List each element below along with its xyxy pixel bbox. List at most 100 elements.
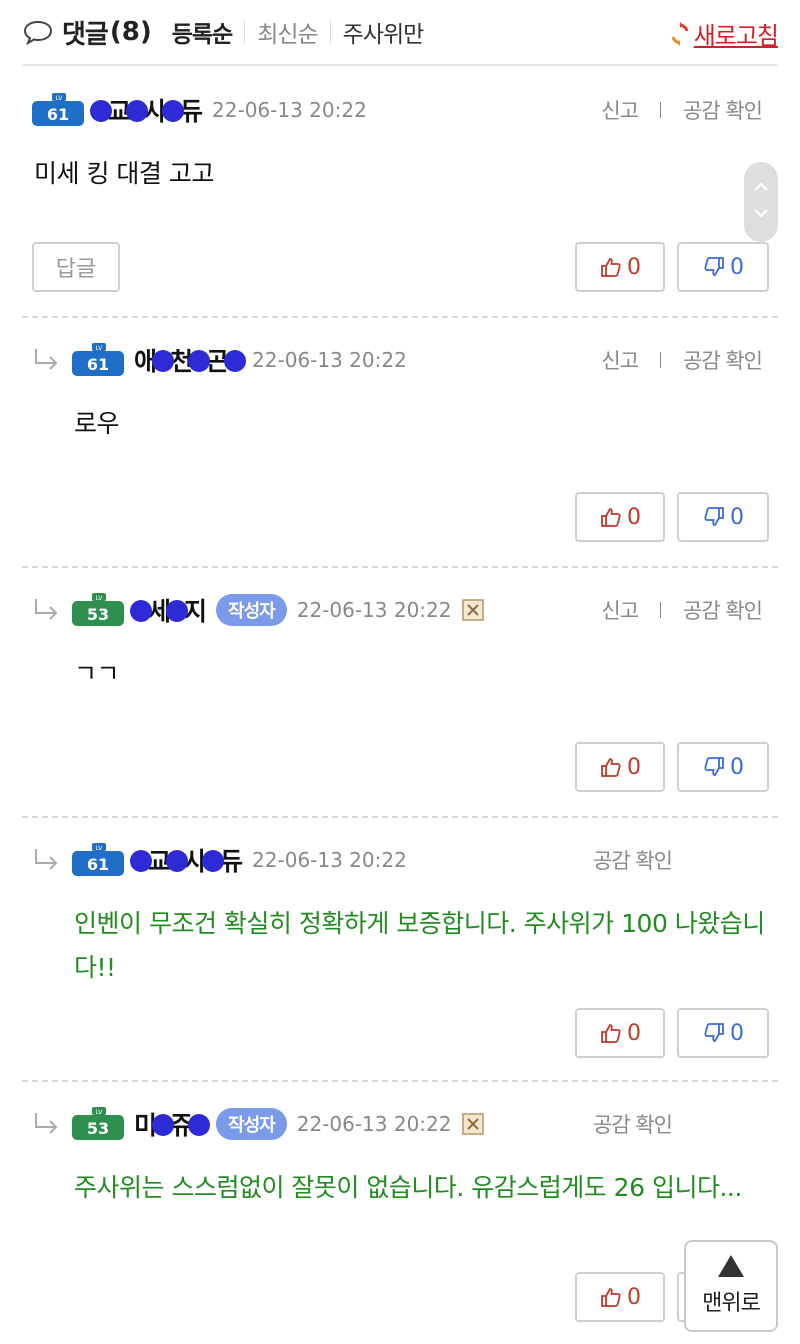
like-button[interactable]: 0 <box>575 242 665 292</box>
redaction-mark <box>202 850 225 872</box>
svg-text:LV: LV <box>96 1109 104 1116</box>
comment-author[interactable]: 교사듀 <box>130 842 243 878</box>
like-check-link[interactable]: 공감 확인 <box>593 1109 673 1139</box>
back-to-top-label[interactable]: 맨위로 <box>702 1285 761 1317</box>
comment-author[interactable]: 미쥬 <box>134 1106 211 1142</box>
comment-actions: 신고 공감 확인 <box>601 342 763 378</box>
redaction-mark <box>188 1114 211 1136</box>
up-arrow-icon <box>718 1255 744 1277</box>
report-link[interactable]: 신고 <box>601 345 639 375</box>
refresh-link[interactable]: 새로고침 <box>670 16 779 51</box>
svg-text:LV: LV <box>96 845 104 852</box>
comment-author[interactable]: 교사듀 <box>90 92 203 128</box>
svg-text:61: 61 <box>47 105 69 124</box>
like-check-link[interactable]: 공감 확인 <box>683 595 763 625</box>
level-53-badge-icon: LV 53 <box>72 1107 124 1140</box>
like-button[interactable]: 0 <box>575 492 665 542</box>
redaction-mark <box>188 350 211 372</box>
divider <box>244 20 246 44</box>
comment-actions: 공감 확인 <box>593 1106 673 1142</box>
svg-text:LV: LV <box>56 95 64 102</box>
like-count: 0 <box>627 504 641 530</box>
delete-x-icon[interactable] <box>461 599 484 621</box>
comment-author[interactable]: 애천곤 <box>134 342 247 378</box>
chevron-down-icon <box>754 209 768 218</box>
comment-item: LV 53 미쥬 작성자 22-06-13 20:22 공감 확인 주사위는 스… <box>22 1082 778 1344</box>
comment-author[interactable]: 세지 <box>130 592 207 628</box>
level-61-badge-icon: LV 61 <box>72 343 124 376</box>
sort-registered[interactable]: 등록순 <box>172 15 233 49</box>
redaction-mark <box>130 600 152 622</box>
svg-text:53: 53 <box>87 1119 109 1138</box>
divider <box>329 20 331 44</box>
redaction-mark <box>224 350 247 372</box>
thumbs-up-icon <box>601 508 621 527</box>
like-button[interactable]: 0 <box>575 1272 665 1322</box>
comment-date: 22-06-13 20:22 <box>296 598 452 622</box>
refresh-label[interactable]: 새로고침 <box>694 16 779 51</box>
thumbs-up-icon <box>601 758 621 777</box>
comment-meta: LV 61 교사듀 22-06-13 20:22 신고 공감 확인 <box>22 92 778 128</box>
comment-meta: LV 53 미쥬 작성자 22-06-13 20:22 공감 확인 <box>22 1106 778 1142</box>
back-to-top-button[interactable]: 맨위로 <box>684 1240 778 1332</box>
comment-item: LV 61 교사듀 22-06-13 20:22 공감 확인 인벤이 무조건 확… <box>22 818 778 1082</box>
thumbs-down-icon <box>704 757 724 776</box>
svg-text:53: 53 <box>87 605 109 624</box>
comment-actions: 신고 공감 확인 <box>601 92 763 128</box>
comment-date: 22-06-13 20:22 <box>252 348 407 372</box>
like-check-link[interactable]: 공감 확인 <box>683 95 763 125</box>
redaction-mark <box>166 600 189 622</box>
comment-text: 로우 <box>74 409 120 438</box>
thumbs-down-icon <box>704 257 724 276</box>
dislike-button[interactable]: 0 <box>677 492 769 542</box>
speech-bubble-icon <box>23 20 53 45</box>
redaction-mark <box>126 100 149 122</box>
like-button[interactable]: 0 <box>575 742 665 792</box>
like-count: 0 <box>627 254 641 280</box>
thumbs-up-icon <box>601 258 621 277</box>
comment-text: 미세 킹 대결 고고 <box>34 159 214 188</box>
redaction-mark <box>162 100 185 122</box>
comment-text: ㄱㄱ <box>74 659 120 688</box>
svg-text:61: 61 <box>87 855 109 874</box>
dice-result-text: 주사위는 스스럼없이 잘못이 없습니다. 유감스럽게도 26 입니다... <box>74 1173 742 1202</box>
comment-meta: LV 61 교사듀 22-06-13 20:22 공감 확인 <box>22 842 778 878</box>
level-61-badge-icon: LV 61 <box>72 843 124 876</box>
reply-button[interactable]: 답글 <box>32 242 120 292</box>
divider <box>660 602 662 618</box>
dislike-count: 0 <box>730 254 744 280</box>
comment-meta: LV 61 애천곤 22-06-13 20:22 신고 공감 확인 <box>22 342 778 378</box>
reply-arrow-icon <box>35 599 58 620</box>
like-button[interactable]: 0 <box>575 1008 665 1058</box>
delete-x-icon[interactable] <box>461 1113 484 1135</box>
level-61-badge-icon: LV 61 <box>32 93 84 126</box>
report-link[interactable]: 신고 <box>601 95 639 125</box>
dislike-button[interactable]: 0 <box>677 1008 769 1058</box>
dislike-count: 0 <box>730 504 744 530</box>
filter-dice-only[interactable]: 주사위만 <box>343 15 425 49</box>
dislike-count: 0 <box>730 1020 744 1046</box>
comment-actions: 신고 공감 확인 <box>601 592 763 628</box>
comment-date: 22-06-13 20:22 <box>252 848 407 872</box>
dislike-button[interactable]: 0 <box>677 742 769 792</box>
like-count: 0 <box>627 1020 641 1046</box>
svg-text:61: 61 <box>87 355 109 374</box>
divider <box>660 352 662 368</box>
chevron-up-icon <box>754 182 768 191</box>
like-check-link[interactable]: 공감 확인 <box>593 845 673 875</box>
comment-item: LV 61 애천곤 22-06-13 20:22 신고 공감 확인 로우 0 0 <box>22 318 778 568</box>
scroll-handle[interactable] <box>744 162 778 242</box>
redaction-mark <box>166 850 189 872</box>
sort-latest[interactable]: 최신순 <box>257 15 318 49</box>
redaction-mark <box>152 350 175 372</box>
comment-item: LV 61 교사듀 22-06-13 20:22 신고 공감 확인 미세 킹 대… <box>22 68 778 318</box>
dice-result-text: 인벤이 무조건 확실히 정확하게 보증합니다. 주사위가 100 나왔습니다!! <box>74 909 765 982</box>
redaction-mark <box>130 850 152 872</box>
dislike-button[interactable]: 0 <box>677 242 769 292</box>
reply-arrow-icon <box>35 849 58 870</box>
author-badge: 작성자 <box>216 1108 287 1140</box>
report-link[interactable]: 신고 <box>601 595 639 625</box>
like-check-link[interactable]: 공감 확인 <box>683 345 763 375</box>
thumbs-down-icon <box>704 1023 724 1042</box>
refresh-icon <box>671 21 689 46</box>
